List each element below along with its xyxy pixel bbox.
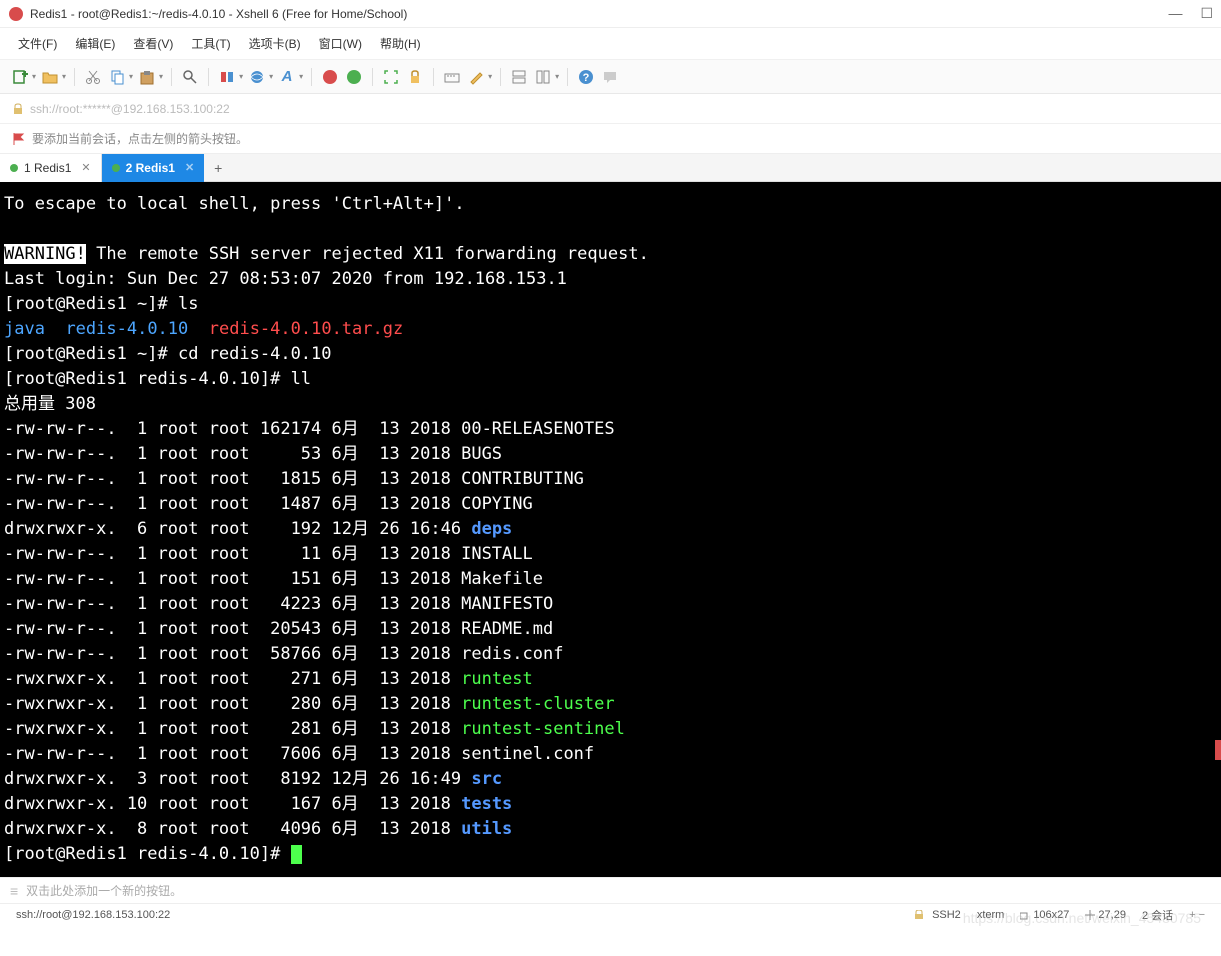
plus-icon[interactable]: + xyxy=(1189,909,1195,921)
svg-text:?: ? xyxy=(583,72,590,84)
tabbar: 1 Redis1 ✕ 2 Redis1 ✕ + xyxy=(0,154,1221,182)
menu-file[interactable]: 文件(F) xyxy=(10,32,65,55)
menubar: 文件(F) 编辑(E) 查看(V) 工具(T) 选项卡(B) 窗口(W) 帮助(… xyxy=(0,28,1221,60)
bottombar[interactable]: ≡ 双击此处添加一个新的按钮。 xyxy=(0,877,1221,903)
dropdown-icon[interactable]: ▾ xyxy=(299,72,303,81)
dropdown-icon[interactable]: ▾ xyxy=(239,72,243,81)
lock-icon xyxy=(914,910,924,920)
menu-help[interactable]: 帮助(H) xyxy=(372,32,429,55)
tile-h-icon[interactable] xyxy=(509,67,529,87)
close-icon[interactable]: ✕ xyxy=(81,161,90,174)
status-dot-icon xyxy=(112,164,120,172)
menu-view[interactable]: 查看(V) xyxy=(125,32,181,55)
globe-icon[interactable] xyxy=(247,67,267,87)
keyboard-icon[interactable] xyxy=(442,67,462,87)
lock-icon[interactable] xyxy=(405,67,425,87)
menu-tabs[interactable]: 选项卡(B) xyxy=(241,32,309,55)
status-size: 106x27 xyxy=(1033,909,1069,921)
helpbar: 要添加当前会话，点击左侧的箭头按钮。 xyxy=(0,124,1221,154)
statusbar: ssh://root@192.168.153.100:22 SSH2 xterm… xyxy=(0,903,1221,925)
dropdown-icon[interactable]: ▾ xyxy=(488,72,492,81)
tab-label: 2 Redis1 xyxy=(126,161,175,175)
connect-icon[interactable] xyxy=(217,67,237,87)
dropdown-icon[interactable]: ▾ xyxy=(555,72,559,81)
dropdown-icon[interactable]: ▾ xyxy=(32,72,36,81)
helpbar-text: 要添加当前会话，点击左侧的箭头按钮。 xyxy=(32,130,248,147)
help-icon[interactable]: ? xyxy=(576,67,596,87)
toolbar: ▾ ▾ ▾ ▾ ▾ ▾ A ▾ ▾ ▾ ? xyxy=(0,60,1221,94)
new-session-icon[interactable] xyxy=(10,67,30,87)
address-text: ssh://root:******@192.168.153.100:22 xyxy=(30,102,230,116)
font-icon[interactable]: A xyxy=(277,67,297,87)
tab-label: 1 Redis1 xyxy=(24,161,71,175)
flag-icon xyxy=(12,132,26,146)
pos-icon xyxy=(1085,910,1095,920)
cut-icon[interactable] xyxy=(83,67,103,87)
bottombar-hint: 双击此处添加一个新的按钮。 xyxy=(26,882,182,899)
menu-icon[interactable]: ≡ xyxy=(10,883,18,899)
size-icon xyxy=(1020,910,1030,920)
minimize-button[interactable]: — xyxy=(1168,5,1182,22)
dropdown-icon[interactable]: ▾ xyxy=(62,72,66,81)
dropdown-icon[interactable]: ▾ xyxy=(269,72,273,81)
terminal[interactable]: To escape to local shell, press 'Ctrl+Al… xyxy=(0,182,1221,877)
paste-icon[interactable] xyxy=(137,67,157,87)
scroll-indicator xyxy=(1215,740,1221,760)
app-icon xyxy=(8,6,24,22)
fullscreen-icon[interactable] xyxy=(381,67,401,87)
lock-icon xyxy=(12,103,24,115)
xshell-icon[interactable] xyxy=(320,67,340,87)
tab-redis1-2[interactable]: 2 Redis1 ✕ xyxy=(102,154,205,182)
status-sessions: 2 会话 xyxy=(1134,907,1181,923)
status-conn: ssh://root@192.168.153.100:22 xyxy=(8,909,178,921)
open-icon[interactable] xyxy=(40,67,60,87)
xftp-icon[interactable] xyxy=(344,67,364,87)
maximize-button[interactable]: ☐ xyxy=(1200,5,1213,22)
menu-tools[interactable]: 工具(T) xyxy=(183,32,238,55)
menu-edit[interactable]: 编辑(E) xyxy=(67,32,123,55)
minus-icon[interactable]: − xyxy=(1199,909,1205,921)
add-tab-button[interactable]: + xyxy=(204,160,232,176)
addressbar[interactable]: ssh://root:******@192.168.153.100:22 xyxy=(0,94,1221,124)
window-title: Redis1 - root@Redis1:~/redis-4.0.10 - Xs… xyxy=(30,7,1168,21)
titlebar: Redis1 - root@Redis1:~/redis-4.0.10 - Xs… xyxy=(0,0,1221,28)
status-proto: SSH2 xyxy=(924,909,969,921)
status-pos: 27,29 xyxy=(1098,909,1126,921)
close-icon[interactable]: ✕ xyxy=(185,161,194,174)
dropdown-icon[interactable]: ▾ xyxy=(159,72,163,81)
copy-icon[interactable] xyxy=(107,67,127,87)
find-icon[interactable] xyxy=(180,67,200,87)
status-dot-icon xyxy=(10,164,18,172)
status-term: xterm xyxy=(969,909,1013,921)
chat-icon[interactable] xyxy=(600,67,620,87)
tile-v-icon[interactable] xyxy=(533,67,553,87)
menu-window[interactable]: 窗口(W) xyxy=(311,32,370,55)
highlight-icon[interactable] xyxy=(466,67,486,87)
dropdown-icon[interactable]: ▾ xyxy=(129,72,133,81)
tab-redis1-1[interactable]: 1 Redis1 ✕ xyxy=(0,154,102,182)
